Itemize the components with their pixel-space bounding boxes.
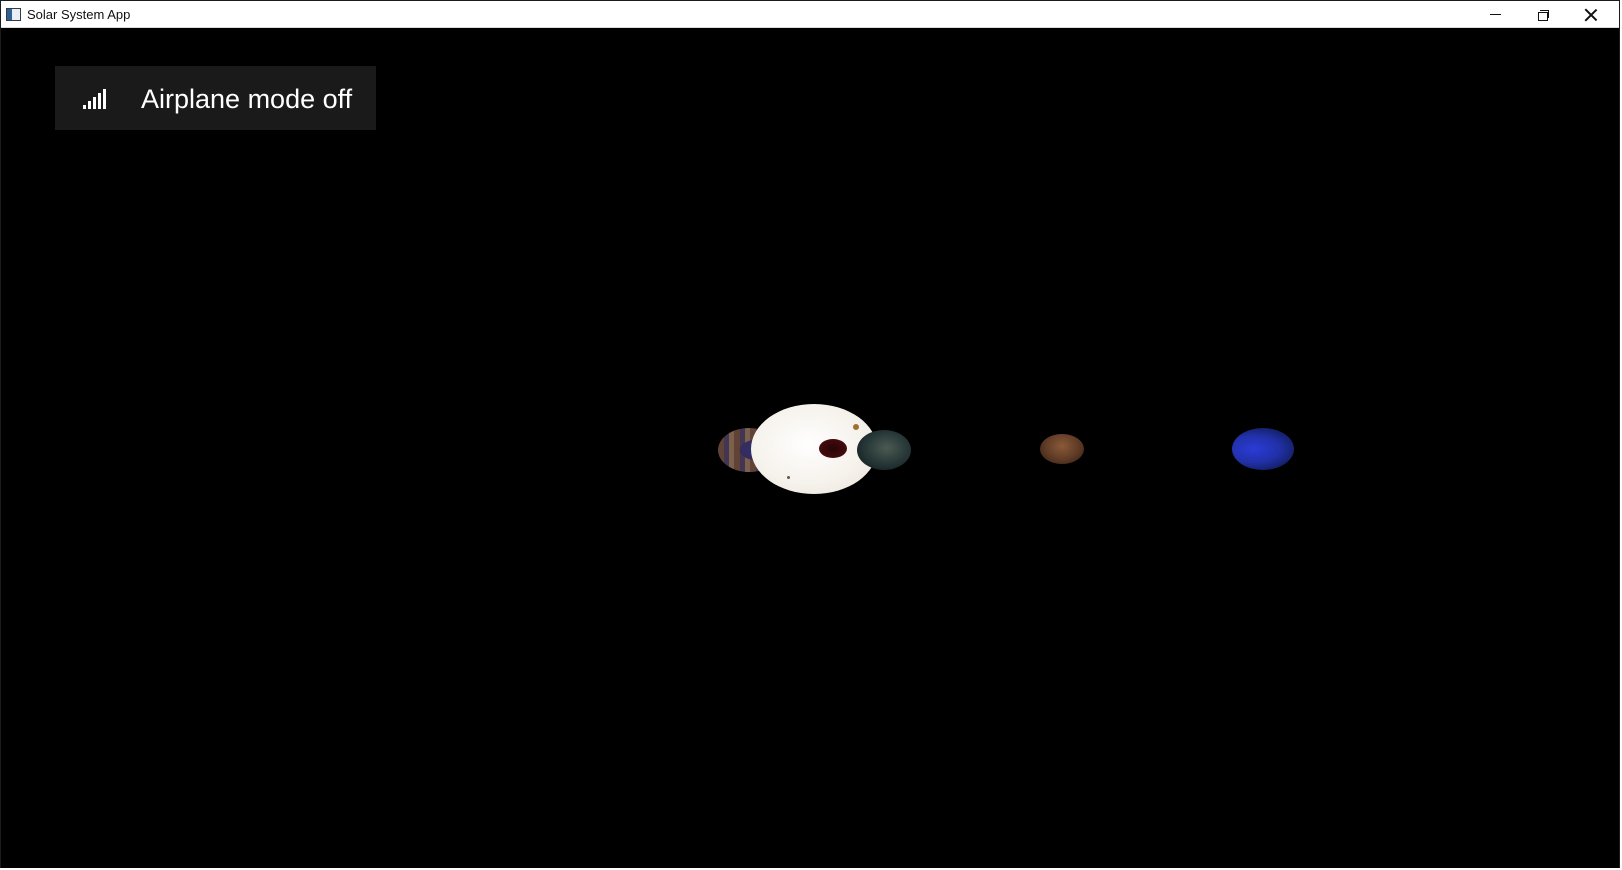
planet-earth [857,430,911,470]
close-button[interactable] [1567,1,1615,28]
restore-button[interactable] [1519,1,1567,28]
app-window: Solar System App Airplane mode off [0,0,1620,868]
sun-spot [819,439,847,458]
window-title: Solar System App [27,7,131,22]
planet-mars [1040,434,1084,464]
sun-flare [853,424,859,430]
airplane-mode-toast: Airplane mode off [55,66,376,130]
restore-icon [1537,9,1549,21]
solar-system-viewport[interactable]: Airplane mode off [1,28,1619,868]
signal-bars-icon [83,87,109,109]
title-bar[interactable]: Solar System App [1,1,1619,28]
minimize-button[interactable] [1471,1,1519,28]
sun-speck [787,476,790,479]
close-icon [1584,8,1598,22]
app-icon [6,8,21,21]
minimize-icon [1489,14,1501,15]
planet-neptune [1232,428,1294,470]
toast-message: Airplane mode off [141,84,353,114]
